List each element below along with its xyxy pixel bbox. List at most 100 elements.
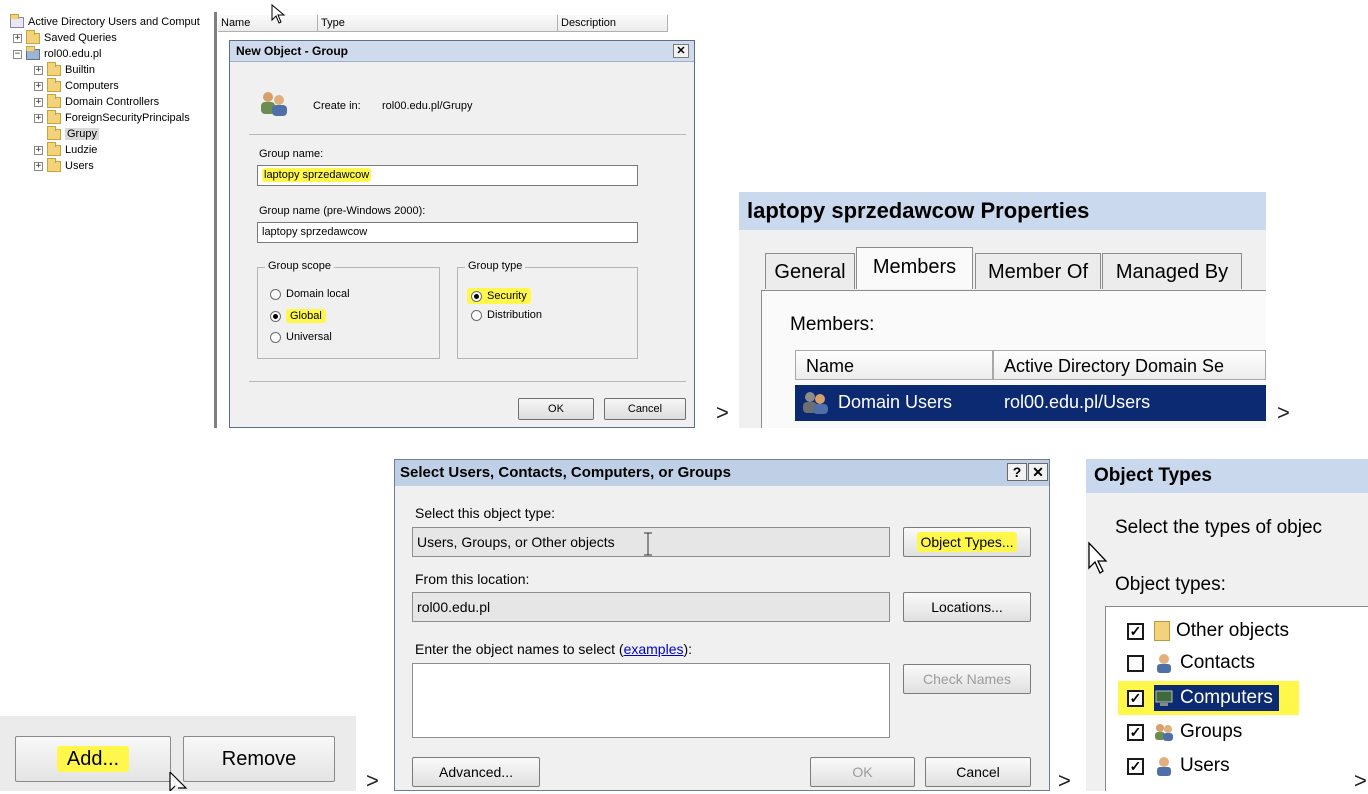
step-arrow: > xyxy=(1277,400,1290,425)
domain-icon xyxy=(26,45,40,60)
tree-item-domain-controllers[interactable]: + Domain Controllers xyxy=(34,93,160,110)
radio-icon[interactable] xyxy=(270,288,281,300)
close-icon[interactable]: ✕ xyxy=(673,44,689,58)
group-icon xyxy=(1155,724,1173,741)
tree-item-grupy[interactable]: Grupy xyxy=(47,125,99,142)
ok-button[interactable]: OK xyxy=(518,398,594,420)
remove-button[interactable]: Remove xyxy=(183,736,335,782)
new-group-dialog: New Object - Group ✕ Create in: rol00.ed… xyxy=(229,40,695,428)
col-header-folder[interactable]: Active Directory Domain Se xyxy=(993,350,1266,380)
tree-item-builtin[interactable]: + Builtin xyxy=(34,61,95,78)
group-name-label: Group name: xyxy=(259,148,324,160)
member-name: Domain Users xyxy=(838,392,953,412)
list-item-users[interactable]: ✓ Users xyxy=(1127,750,1230,782)
step-arrow: > xyxy=(1354,768,1367,793)
tab-member-of[interactable]: Member Of xyxy=(975,253,1101,289)
folder-icon xyxy=(26,29,40,44)
tree-item-label: Domain Controllers xyxy=(65,96,160,108)
list-item-label: Computers xyxy=(1180,687,1273,708)
radio-icon[interactable] xyxy=(270,331,281,343)
collapse-icon[interactable]: − xyxy=(13,49,22,59)
tree-item-domain[interactable]: − rol00.edu.pl xyxy=(13,45,102,62)
list-item-other-objects[interactable]: ✓ Other objects xyxy=(1127,615,1289,647)
cancel-button[interactable]: Cancel xyxy=(925,757,1031,787)
col-header-name[interactable]: Name xyxy=(795,350,993,380)
cancel-button[interactable]: Cancel xyxy=(604,398,686,420)
locations-button[interactable]: Locations... xyxy=(903,592,1031,622)
tab-general[interactable]: General xyxy=(765,253,855,289)
object-types-button[interactable]: Object Types... xyxy=(903,527,1031,557)
tree-item-label: Ludzie xyxy=(65,144,98,156)
radio-icon[interactable] xyxy=(270,310,281,322)
checkbox-unchecked-icon[interactable] xyxy=(1127,654,1144,672)
checkbox-checked-icon[interactable]: ✓ xyxy=(1127,723,1144,741)
radio-icon[interactable] xyxy=(471,290,482,302)
expand-icon[interactable]: + xyxy=(13,33,22,43)
member-folder: rol00.edu.pl/Users xyxy=(1004,392,1151,412)
table-row[interactable]: Domain Users rol00.edu.pl/Users xyxy=(795,385,1266,421)
tab-members[interactable]: Members xyxy=(856,247,973,289)
pre2000-input[interactable]: laptopy sprzedawcow xyxy=(257,222,638,243)
radio-label: Universal xyxy=(286,331,332,343)
tree-item-users[interactable]: + Users xyxy=(34,157,94,174)
radio-domain-local[interactable]: Domain local xyxy=(270,288,350,300)
help-icon[interactable]: ? xyxy=(1007,463,1027,481)
divider xyxy=(249,381,686,382)
ok-button[interactable]: OK xyxy=(810,757,915,787)
checkbox-checked-icon[interactable]: ✓ xyxy=(1127,689,1144,707)
object-types-label: Object Types... xyxy=(917,532,1017,552)
expand-icon[interactable]: + xyxy=(34,81,43,91)
select-objects-dialog: Select Users, Contacts, Computers, or Gr… xyxy=(394,459,1050,791)
list-item-groups[interactable]: ✓ Groups xyxy=(1127,716,1242,748)
radio-label: Global xyxy=(286,309,326,323)
list-item-contacts[interactable]: Contacts xyxy=(1127,647,1255,679)
ou-icon xyxy=(47,125,61,140)
radio-security[interactable]: Security xyxy=(467,288,531,304)
radio-distribution[interactable]: Distribution xyxy=(471,309,542,321)
expand-icon[interactable]: + xyxy=(34,97,43,107)
divider xyxy=(249,134,686,135)
tree-root[interactable]: Active Directory Users and Comput xyxy=(10,13,200,30)
group-name-input[interactable]: laptopy sprzedawcow xyxy=(257,165,638,186)
tab-managed-by[interactable]: Managed By xyxy=(1102,253,1242,289)
col-header-name[interactable]: Name xyxy=(218,15,318,32)
tree-item-label: Saved Queries xyxy=(44,32,117,44)
tree-item-saved-queries[interactable]: + Saved Queries xyxy=(13,29,117,46)
selected-highlight: Computers xyxy=(1154,685,1279,711)
col-header-type[interactable]: Type xyxy=(318,15,558,32)
object-types-title: Object Types xyxy=(1086,459,1368,493)
object-types-prompt: Select the types of objec xyxy=(1115,517,1323,538)
col-header-description[interactable]: Description xyxy=(558,15,668,32)
radio-universal[interactable]: Universal xyxy=(270,331,332,343)
tree-item-foreign[interactable]: + ForeignSecurityPrincipals xyxy=(34,109,190,126)
checkbox-checked-icon[interactable]: ✓ xyxy=(1127,757,1144,775)
tree-item-computers[interactable]: + Computers xyxy=(34,77,119,94)
dialog-title: New Object - Group xyxy=(230,41,694,62)
close-icon[interactable]: ✕ xyxy=(1028,463,1048,481)
location-field: rol00.edu.pl xyxy=(412,592,890,622)
group-name-value: laptopy sprzedawcow xyxy=(262,168,372,182)
examples-link[interactable]: examples xyxy=(624,641,684,657)
radio-global[interactable]: Global xyxy=(270,309,326,323)
tree-root-label: Active Directory Users and Comput xyxy=(28,16,200,28)
tree-item-ludzie[interactable]: + Ludzie xyxy=(34,141,98,158)
radio-icon[interactable] xyxy=(471,309,482,321)
expand-icon[interactable]: + xyxy=(34,113,43,123)
add-button[interactable]: Add... xyxy=(15,736,171,782)
expand-icon[interactable]: + xyxy=(34,161,43,171)
step-arrow: > xyxy=(716,400,729,425)
list-item-computers[interactable]: ✓ Computers xyxy=(1118,681,1299,715)
enter-names-label: Enter the object names to select (exampl… xyxy=(415,641,692,657)
advanced-button[interactable]: Advanced... xyxy=(412,757,540,787)
object-names-input[interactable] xyxy=(412,663,890,738)
radio-label: Domain local xyxy=(286,288,350,300)
mouse-cursor-icon xyxy=(169,771,188,791)
add-button-label: Add... xyxy=(56,746,130,772)
folder-icon xyxy=(47,157,61,172)
expand-icon[interactable]: + xyxy=(34,145,43,155)
check-names-button[interactable]: Check Names xyxy=(903,664,1031,694)
tree-item-label: ForeignSecurityPrincipals xyxy=(65,112,190,124)
expand-icon[interactable]: + xyxy=(34,65,43,75)
checkbox-checked-icon[interactable]: ✓ xyxy=(1127,622,1144,640)
mouse-cursor-icon xyxy=(271,3,286,24)
